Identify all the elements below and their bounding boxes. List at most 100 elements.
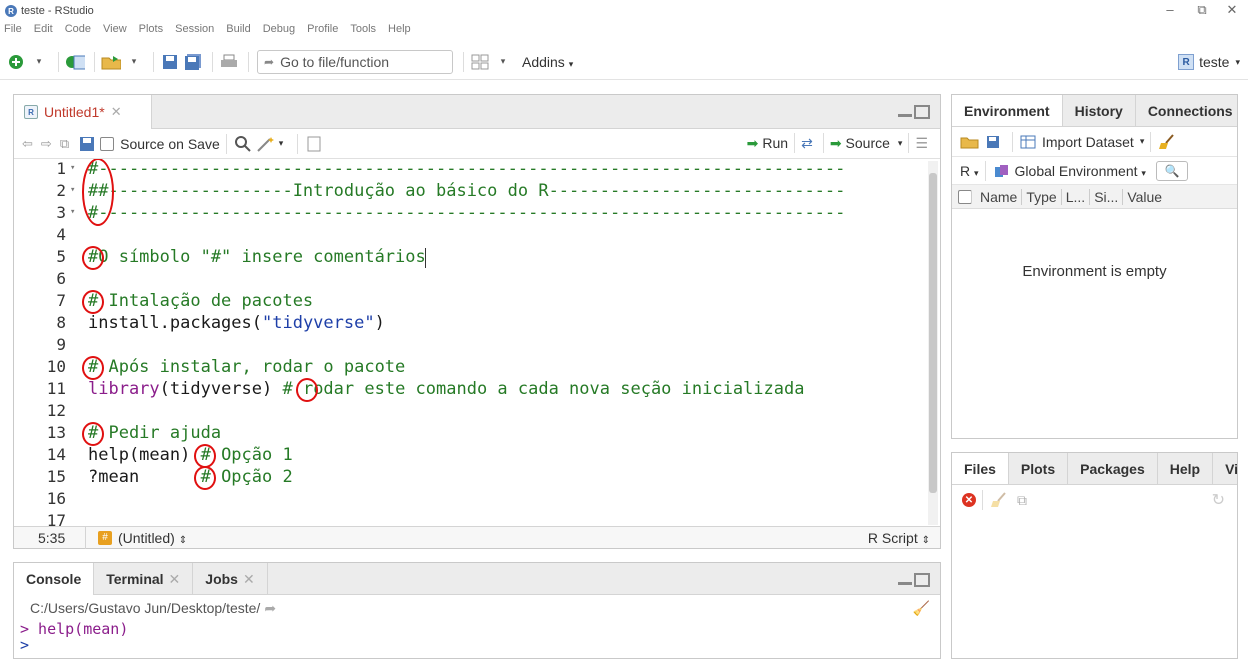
filetype-menu[interactable]: R Script ⇕ [868,530,930,546]
close-tab-icon[interactable]: ✕ [169,571,181,588]
code-line[interactable]: 2 ▾ ##------------------Introdução ao bási… [14,181,926,203]
environment-search-input[interactable]: 🔍 [1155,160,1188,181]
code-line[interactable]: 16 [14,489,926,511]
addins-menu[interactable]: Addins ▾ [522,54,573,70]
code-line[interactable]: 17 [14,511,926,527]
console-prompt[interactable]: > [20,637,940,653]
rerun-icon[interactable]: ⇄ [801,135,813,152]
code-line[interactable]: 4 [14,225,926,247]
select-all-checkbox[interactable] [958,189,972,204]
save-icon[interactable] [160,52,180,72]
menu-tools[interactable]: Tools [350,23,376,41]
show-in-window-icon[interactable]: ⧉ [1012,490,1032,510]
import-dropdown-icon[interactable]: ▾ [1140,136,1145,147]
code-tools-wand-icon[interactable] [256,134,276,154]
code-line[interactable]: 8 install.packages("tidyverse") [14,313,926,335]
project-menu[interactable]: R teste ▾ [1178,54,1240,70]
tab-connections[interactable]: Connections [1136,95,1237,126]
menu-build[interactable]: Build [226,23,250,41]
open-file-icon[interactable] [101,52,121,72]
minimize-pane-icon[interactable] [898,105,912,117]
new-project-icon[interactable] [65,52,85,72]
code-line[interactable]: 3 ▾ #-------------------------------------… [14,203,926,225]
show-in-window-icon[interactable]: ⧉ [60,136,69,152]
tab-help[interactable]: Help [1158,453,1214,484]
code-tools-dropdown-icon[interactable]: ▾ [279,138,284,149]
forward-arrow-icon[interactable]: ⇨ [41,136,52,152]
code-line[interactable]: 15 ?mean # Opção 2 [14,467,926,489]
tab-console[interactable]: Console [14,563,95,595]
maximize-pane-icon[interactable] [914,573,930,587]
compile-report-icon[interactable] [304,134,324,154]
import-dataset-button[interactable]: Import Dataset [1042,134,1134,150]
source-button[interactable]: Source [846,135,890,151]
goto-file-input[interactable]: ➦ Go to file/function [257,49,453,74]
tab-environment[interactable]: Environment [952,95,1063,126]
fold-arrow-icon[interactable]: ▾ [70,207,75,217]
code-line[interactable]: 5 #O símbolo "#" insere comentários [14,247,926,269]
fold-arrow-icon[interactable]: ▾ [70,185,75,195]
tab-packages[interactable]: Packages [1068,453,1158,484]
column-value[interactable]: Value [1123,189,1166,205]
source-on-save-checkbox[interactable] [100,136,115,151]
maximize-pane-icon[interactable] [914,105,930,119]
search-icon[interactable] [233,134,253,154]
code-line[interactable]: 1 ▾ #-------------------------------------… [14,159,926,181]
print-icon[interactable] [219,52,239,72]
code-editor[interactable]: 1 ▾ #-------------------------------------… [14,159,926,527]
new-file-dropdown-icon[interactable]: ▾ [29,52,49,72]
menu-file[interactable]: File [4,23,22,41]
document-outline-icon[interactable]: ☰ [915,135,928,152]
layout-dropdown-icon[interactable]: ▾ [493,52,513,72]
tab-untitled1[interactable]: R Untitled1* ✕ [14,95,152,129]
pane-layout-icon[interactable] [470,52,490,72]
code-line[interactable]: 6 [14,269,926,291]
clear-console-broom-icon[interactable]: 🧹 [913,600,930,617]
menu-view[interactable]: View [103,23,127,41]
save-doc-icon[interactable] [77,134,97,154]
menu-profile[interactable]: Profile [307,23,338,41]
new-file-icon[interactable] [6,52,26,72]
minimize-pane-icon[interactable] [898,573,912,585]
back-arrow-icon[interactable]: ⇦ [22,136,33,152]
maximize-button[interactable]: ⧉ [1192,2,1212,18]
tab-plots[interactable]: Plots [1009,453,1069,484]
close-tab-icon[interactable]: ✕ [243,571,255,588]
run-button[interactable]: Run [762,135,788,151]
tab-jobs[interactable]: Jobs ✕ [193,563,268,595]
menu-code[interactable]: Code [65,23,91,41]
tab-history[interactable]: History [1063,95,1136,126]
code-line[interactable]: 12 [14,401,926,423]
minimize-button[interactable]: – [1160,2,1180,17]
fold-arrow-icon[interactable]: ▾ [70,163,75,173]
tab-files[interactable]: Files [952,453,1009,484]
menu-debug[interactable]: Debug [263,23,295,41]
column-size[interactable]: Si... [1090,188,1124,205]
refresh-icon[interactable]: ↻ [1212,490,1225,510]
code-line[interactable]: 11 library(tidyverse) # rodar este comand… [14,379,926,401]
close-button[interactable]: ✕ [1222,2,1242,18]
editor-scrollbar[interactable] [928,161,938,525]
open-dropdown-icon[interactable]: ▾ [124,52,144,72]
close-tab-icon[interactable]: ✕ [111,104,122,120]
save-workspace-icon[interactable] [983,132,1003,152]
code-line[interactable]: 14 help(mean) # Opção 1 [14,445,926,467]
goto-dir-arrow-icon[interactable]: ➦ [264,600,276,617]
global-environment-select[interactable]: Global Environment ▾ [1015,163,1146,179]
source-dropdown-icon[interactable]: ▾ [898,138,903,149]
menu-edit[interactable]: Edit [34,23,53,41]
tab-viewer[interactable]: Viewer [1213,453,1237,484]
save-all-icon[interactable] [183,52,203,72]
code-line[interactable]: 10 # Após instalar, rodar o pacote [14,357,926,379]
menu-plots[interactable]: Plots [139,23,163,41]
code-line[interactable]: 13 # Pedir ajuda [14,423,926,445]
tab-terminal[interactable]: Terminal ✕ [94,563,194,595]
code-line[interactable]: 7 # Intalação de pacotes [14,291,926,313]
clear-broom-icon[interactable] [989,490,1009,510]
console-output[interactable]: > help(mean) > [14,621,940,653]
load-workspace-icon[interactable] [960,132,980,152]
scope-menu[interactable]: (Untitled) ⇕ [118,530,187,546]
clear-objects-broom-icon[interactable] [1157,132,1177,152]
column-name[interactable]: Name [976,188,1023,205]
delete-file-icon[interactable]: ✕ [962,493,976,507]
